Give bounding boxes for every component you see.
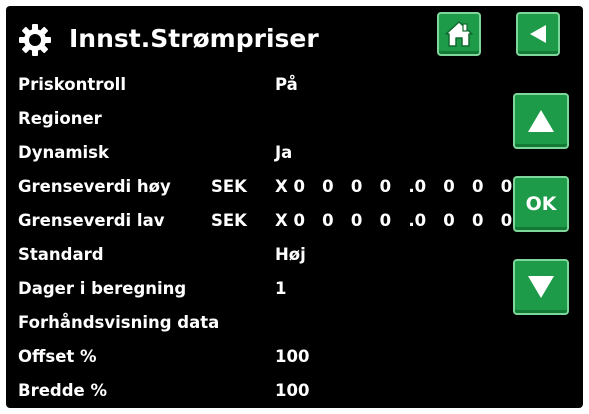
row-value: Høj bbox=[275, 245, 306, 264]
row-label: Grenseverdi høy bbox=[18, 177, 171, 196]
back-button[interactable] bbox=[516, 12, 560, 56]
row-label: Dager i beregning bbox=[18, 279, 187, 298]
row-standard[interactable]: Standard Høj bbox=[6, 238, 506, 272]
row-value: 100 bbox=[275, 381, 310, 400]
home-button[interactable] bbox=[437, 12, 481, 56]
row-regioner[interactable]: Regioner bbox=[6, 102, 506, 136]
scroll-down-button[interactable] bbox=[513, 259, 569, 315]
back-arrow-icon bbox=[530, 25, 546, 43]
row-bredde[interactable]: Bredde % 100 bbox=[6, 374, 506, 408]
title-bar: Innst.Strømpriser bbox=[6, 6, 583, 72]
gear-icon bbox=[19, 24, 51, 56]
row-offset[interactable]: Offset % 100 bbox=[6, 340, 506, 374]
row-label: Dynamisk bbox=[18, 143, 109, 162]
row-value: På bbox=[275, 75, 298, 94]
row-value: 100 bbox=[275, 347, 310, 366]
row-label: Forhåndsvisning data bbox=[18, 313, 220, 332]
row-dager-i-beregning[interactable]: Dager i beregning 1 bbox=[6, 272, 506, 306]
row-label: Offset % bbox=[18, 347, 97, 366]
row-grenseverdi-hoy[interactable]: Grenseverdi høy SEK X 0 0 0 0 .0 0 0 0 bbox=[6, 170, 512, 204]
row-label: Standard bbox=[18, 245, 104, 264]
row-label: Regioner bbox=[18, 109, 102, 128]
page-title: Innst.Strømpriser bbox=[69, 24, 319, 53]
row-value: X 0 0 0 0 .0 0 0 0 bbox=[275, 211, 513, 230]
row-label: Priskontroll bbox=[18, 75, 126, 94]
row-forhandsvisning-data[interactable]: Forhåndsvisning data bbox=[6, 306, 506, 340]
screen: Innst.Strømpriser Priskontroll På Region… bbox=[6, 6, 583, 408]
row-value: Ja bbox=[275, 143, 293, 162]
row-unit: SEK bbox=[211, 177, 247, 196]
home-icon bbox=[445, 21, 473, 47]
arrow-up-icon bbox=[528, 110, 554, 132]
row-label: Bredde % bbox=[18, 381, 107, 400]
row-unit: SEK bbox=[211, 211, 247, 230]
row-grenseverdi-lav[interactable]: Grenseverdi lav SEK X 0 0 0 0 .0 0 0 0 bbox=[6, 204, 512, 238]
row-priskontroll[interactable]: Priskontroll På bbox=[6, 68, 506, 102]
row-value: 1 bbox=[275, 279, 287, 298]
row-value: X 0 0 0 0 .0 0 0 0 bbox=[275, 177, 513, 196]
arrow-down-icon bbox=[528, 276, 554, 298]
row-dynamisk[interactable]: Dynamisk Ja bbox=[6, 136, 506, 170]
row-label: Grenseverdi lav bbox=[18, 211, 165, 230]
ok-button[interactable]: OK bbox=[513, 176, 569, 232]
scroll-up-button[interactable] bbox=[513, 93, 569, 149]
